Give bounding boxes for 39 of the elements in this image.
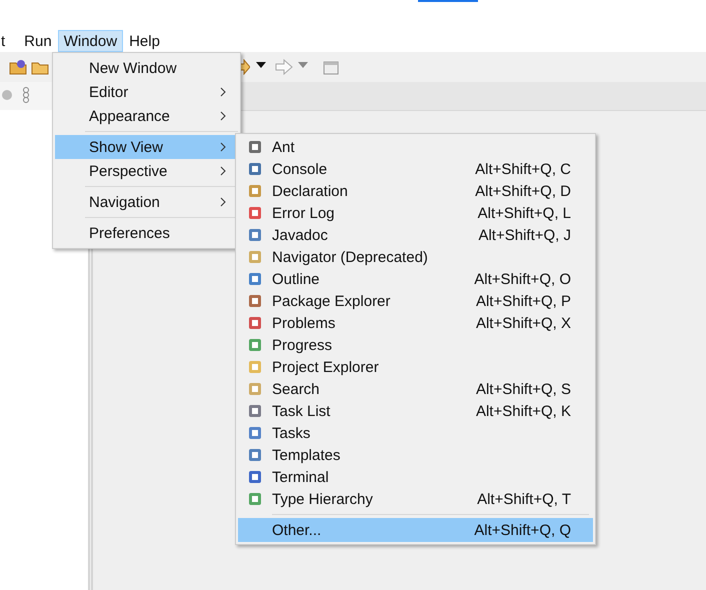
menu-item[interactable]: Problems Alt+Shift+Q, X	[238, 312, 593, 334]
menu-item[interactable]: Search Alt+Shift+Q, S	[238, 378, 593, 400]
menu-item[interactable]: Error Log Alt+Shift+Q, L	[238, 202, 593, 224]
arrow-icon[interactable]	[275, 59, 293, 75]
window-icon[interactable]	[323, 59, 341, 75]
menu-item[interactable]: Project Explorer	[238, 356, 593, 378]
menu-item[interactable]: Console Alt+Shift+Q, C	[238, 158, 593, 180]
menu-item[interactable]: Package Explorer Alt+Shift+Q, P	[238, 290, 593, 312]
menu-item[interactable]: Perspective	[55, 159, 238, 183]
menu-item[interactable]: Appearance	[55, 104, 238, 128]
menu-bar-item[interactable]: Run	[18, 30, 58, 52]
chain-icon[interactable]	[22, 86, 30, 104]
menu-item[interactable]: Editor	[55, 80, 238, 104]
chevron-icon	[220, 197, 226, 207]
arrow-icon[interactable]	[240, 59, 250, 75]
menu-item[interactable]: Show View	[55, 135, 238, 159]
menu-item[interactable]: Task List Alt+Shift+Q, K	[238, 400, 593, 422]
menu-item[interactable]: Tasks	[238, 422, 593, 444]
menu-item[interactable]: Progress	[238, 334, 593, 356]
menu-bar-item[interactable]: Window	[58, 30, 124, 52]
menu-item[interactable]: Type Hierarchy Alt+Shift+Q, T	[238, 488, 593, 510]
chevron-icon	[220, 111, 226, 121]
menu-item[interactable]: Templates	[238, 444, 593, 466]
menu-item[interactable]: Navigation	[55, 190, 238, 214]
chevron-icon	[220, 166, 226, 176]
menu-bar-item[interactable]: t	[0, 30, 12, 52]
active-tab-indicator	[418, 0, 478, 2]
menu-item[interactable]: Declaration Alt+Shift+Q, D	[238, 180, 593, 202]
menu-bar-item[interactable]: Help	[123, 30, 166, 52]
menu-item[interactable]: Terminal	[238, 466, 593, 488]
chevron-icon	[220, 142, 226, 152]
menu-item[interactable]: Navigator (Deprecated)	[238, 246, 593, 268]
menu-item[interactable]: Javadoc Alt+Shift+Q, J	[238, 224, 593, 246]
chevron-icon	[220, 87, 226, 97]
menu-item[interactable]: Outline Alt+Shift+Q, O	[238, 268, 593, 290]
dropdown-icon[interactable]	[256, 62, 266, 68]
menu-item[interactable]: Other... Alt+Shift+Q, Q	[238, 518, 593, 542]
menu-item[interactable]: Preferences	[55, 221, 238, 245]
menu-item[interactable]: Ant	[238, 136, 593, 158]
